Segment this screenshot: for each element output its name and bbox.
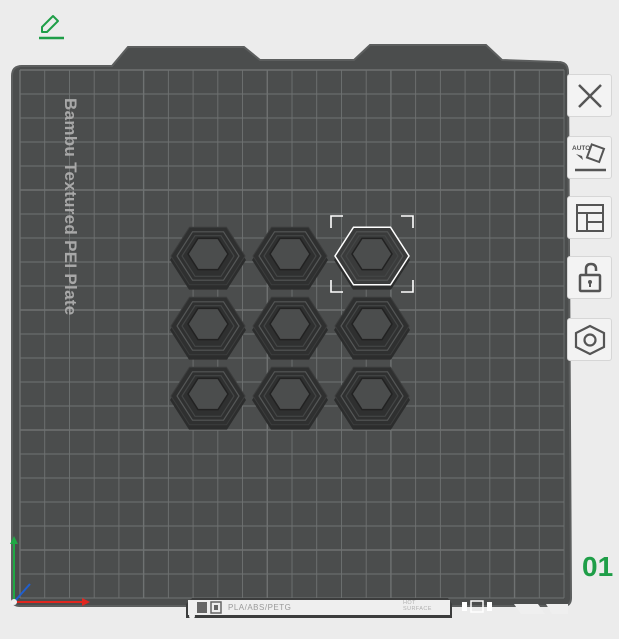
filament-type-label: PLA/ABS/PETG — [228, 603, 292, 612]
arrange-button[interactable] — [567, 196, 612, 239]
arrange-icon — [575, 203, 604, 232]
close-plate-button[interactable] — [567, 74, 612, 117]
plate-objects — [170, 215, 414, 430]
pencil-icon — [39, 15, 64, 40]
lock-button[interactable] — [567, 256, 612, 299]
build-plate-viewport[interactable] — [0, 0, 619, 639]
unlock-icon — [578, 262, 601, 292]
hot-surface-line2: SURFACE — [403, 606, 432, 612]
hot-surface-label: HOT SURFACE — [403, 600, 432, 612]
hex-nut-icon — [574, 324, 605, 355]
plate-title: Bambu Textured PEI Plate — [61, 98, 80, 316]
auto-orient-icon: AUTO — [572, 142, 606, 171]
auto-text: AUTO — [572, 145, 590, 152]
auto-orient-button[interactable]: AUTO — [567, 136, 612, 179]
axis-origin — [11, 599, 17, 605]
close-icon — [577, 83, 602, 108]
edit-plate-button[interactable] — [36, 12, 66, 40]
plate-settings-button[interactable] — [567, 318, 612, 361]
plate-number: 01 — [582, 551, 614, 582]
plate-origin-marker — [189, 613, 195, 619]
plate-corner-mark-2 — [546, 604, 568, 614]
